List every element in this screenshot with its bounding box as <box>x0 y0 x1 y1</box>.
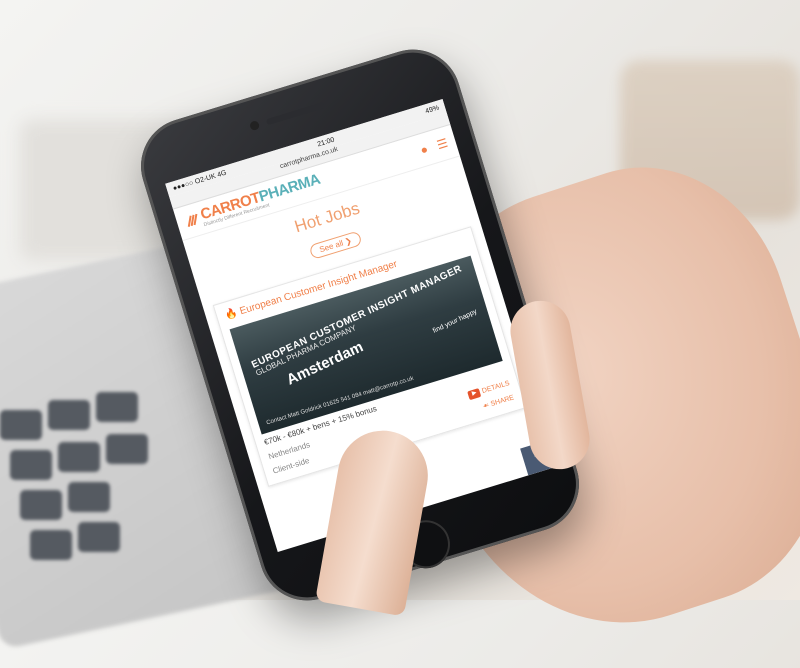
play-icon: ▶ <box>467 387 482 400</box>
header-icons: ● ☰ <box>419 136 450 158</box>
flame-icon: 🔥 <box>224 307 240 322</box>
see-all-label: See all <box>318 238 345 255</box>
details-label: DETAILS <box>481 379 511 395</box>
share-icon: ☙ <box>482 401 491 411</box>
laptop-keyboard <box>0 380 200 600</box>
see-all-button[interactable]: See all ❯ <box>308 230 363 260</box>
user-icon[interactable]: ● <box>419 142 430 158</box>
battery-label: 49% <box>424 104 440 115</box>
share-button[interactable]: ☙ SHARE <box>482 393 515 410</box>
banner-line4: find your happy <box>431 307 479 335</box>
share-label: SHARE <box>489 394 515 409</box>
hamburger-menu-icon[interactable]: ☰ <box>435 136 449 153</box>
carrot-logo-icon <box>187 213 198 227</box>
chevron-right-icon: ❯ <box>343 235 353 247</box>
